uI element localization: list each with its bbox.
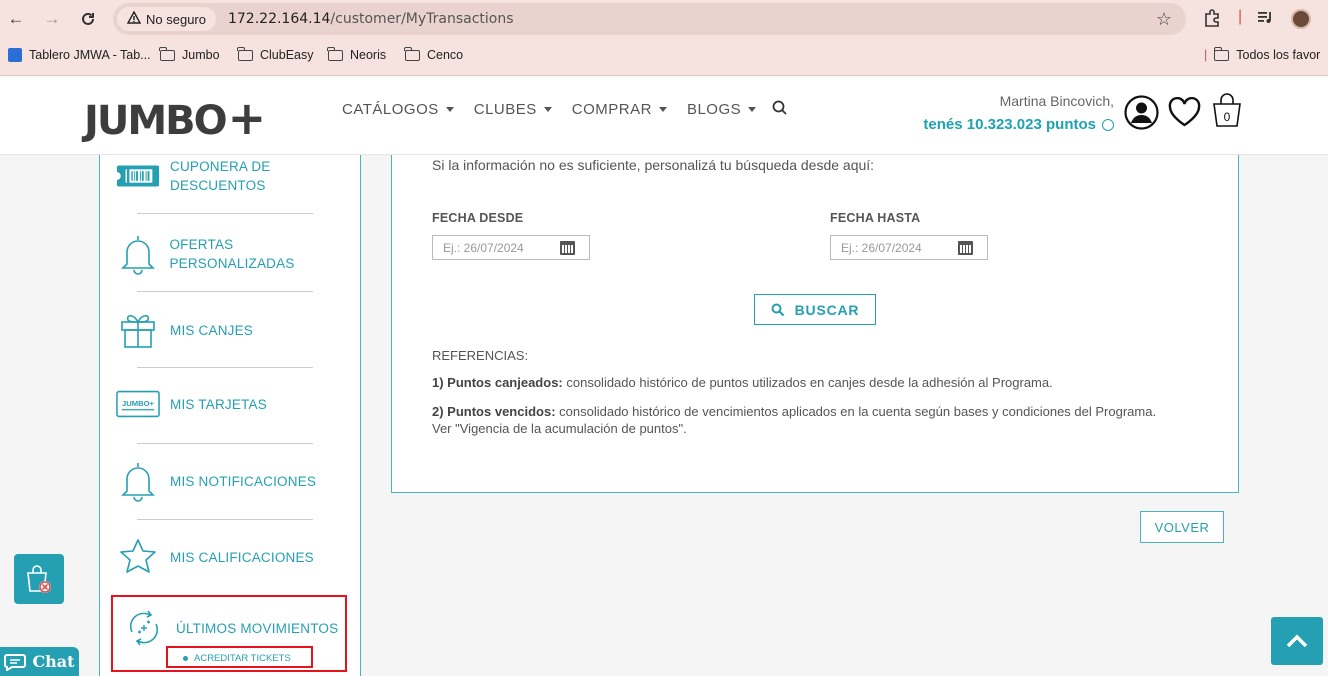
divider <box>137 367 313 368</box>
from-date-input[interactable]: Ej.: 26/07/2024 <box>432 235 590 260</box>
clock-icon <box>1102 118 1114 131</box>
bookmark-star-icon[interactable]: ☆ <box>1156 9 1172 30</box>
caret-down-icon <box>748 107 757 112</box>
calendar-icon[interactable] <box>958 241 973 255</box>
star-icon <box>116 537 160 577</box>
folder-icon <box>237 46 253 61</box>
menu-catalogos[interactable]: CATÁLOGOS <box>342 101 454 118</box>
bookmark-cenco[interactable]: Cenco <box>404 46 463 62</box>
bookmarks-bar: Tablero JMWA - Tab... Jumbo ClubEasy Neo… <box>0 38 1328 76</box>
back-arrow-icon[interactable]: ← <box>4 7 28 31</box>
url-text: 172.22.164.14/customer/MyTransactions <box>228 11 514 27</box>
cart-count: 0 <box>1224 110 1231 124</box>
divider <box>137 443 313 444</box>
back-button[interactable]: VOLVER <box>1140 511 1224 543</box>
sidebar-item-label: MIS CANJES <box>170 322 254 338</box>
to-date-label: FECHA HASTA <box>830 211 921 225</box>
divider <box>137 519 313 520</box>
sidebar-item-tarjetas[interactable]: JUMBO+ MIS TARJETAS <box>116 389 267 419</box>
menu-comprar[interactable]: COMPRAR <box>572 101 667 118</box>
menu-clubes[interactable]: CLUBES <box>474 101 552 118</box>
site-header: JUMBO+ CATÁLOGOS CLUBES COMPRAR BLOGS Ma… <box>0 77 1328 155</box>
user-account-icon[interactable] <box>1124 95 1159 135</box>
bell-icon <box>116 232 159 276</box>
sidebar-item-notificaciones[interactable]: MIS NOTIFICACIONES <box>116 459 316 503</box>
heart-icon[interactable] <box>1168 96 1201 132</box>
to-date-input[interactable]: Ej.: 26/07/2024 <box>830 235 988 260</box>
from-date-label: FECHA DESDE <box>432 211 524 225</box>
card-icon: JUMBO+ <box>116 389 160 419</box>
profile-avatar[interactable] <box>1291 9 1311 29</box>
address-bar[interactable]: No seguro 172.22.164.14/customer/MyTrans… <box>113 3 1186 35</box>
references-title: REFERENCIAS: <box>432 348 529 363</box>
browser-toolbar: ← → No seguro 172.22.164.14/customer/MyT… <box>0 0 1328 38</box>
jumbo-logo[interactable]: JUMBO+ <box>84 91 266 145</box>
bookmark-clubeasy[interactable]: ClubEasy <box>237 46 314 62</box>
caret-down-icon <box>445 107 454 112</box>
bookmark-jumbo[interactable]: Jumbo <box>159 46 220 62</box>
sidebar-item-label: MIS NOTIFICACIONES <box>170 473 317 489</box>
cart-bag-cancel-icon <box>27 565 51 593</box>
caret-down-icon <box>543 107 552 112</box>
warning-icon <box>126 10 142 27</box>
sidebar-item-cuponera[interactable]: CUPONERA DE DESCUENTOS <box>116 157 270 195</box>
user-greeting: Martina Bincovich, <box>999 93 1114 109</box>
sidebar-subitem-acreditar[interactable]: ACREDITAR TICKETS <box>183 653 291 664</box>
sidebar-item-ofertas[interactable]: OFERTAS PERSONALIZADAS <box>116 232 360 276</box>
bookmark-tablero[interactable]: Tablero JMWA - Tab... <box>8 48 151 62</box>
chat-bubble-icon <box>4 653 27 671</box>
app-icon <box>8 48 22 62</box>
sidebar-item-calificaciones[interactable]: MIS CALIFICACIONES <box>116 537 314 577</box>
card-logo-text: JUMBO+ <box>122 399 155 408</box>
bullet-icon <box>183 656 188 661</box>
calendar-icon[interactable] <box>560 241 575 255</box>
chat-button[interactable]: Chat <box>0 647 79 676</box>
url-host: 172.22.164.14 <box>227 11 331 27</box>
search-icon[interactable] <box>771 99 789 122</box>
main-menu: CATÁLOGOS CLUBES COMPRAR BLOGS <box>342 101 757 118</box>
folder-icon <box>404 46 420 61</box>
divider-mark: | <box>1204 48 1208 62</box>
search-icon <box>771 303 784 316</box>
coupon-icon <box>116 163 160 189</box>
reference-2: 2) Puntos vencidos: consolidado históric… <box>432 404 1157 436</box>
folder-icon <box>159 46 175 61</box>
points-balance[interactable]: tenés 10.323.023 puntos <box>923 116 1114 133</box>
transactions-search-panel: Si la información no es suficiente, pers… <box>391 155 1239 493</box>
search-intro-text: Si la información no es suficiente, pers… <box>432 157 875 173</box>
folder-icon <box>1213 46 1230 61</box>
bookmark-neoris[interactable]: Neoris <box>327 46 386 62</box>
menu-blogs[interactable]: BLOGS <box>687 101 757 118</box>
sidebar-item-label: MIS CALIFICACIONES <box>170 549 314 565</box>
sidebar-item-canjes[interactable]: MIS CANJES <box>116 311 253 349</box>
security-label: No seguro <box>146 11 206 27</box>
gift-icon <box>116 311 160 349</box>
sidebar-item-label: MIS TARJETAS <box>170 396 267 412</box>
forward-arrow-icon[interactable]: → <box>40 7 64 31</box>
bell-icon <box>116 459 160 503</box>
reload-icon[interactable] <box>76 7 100 31</box>
search-button[interactable]: BUSCAR <box>754 294 876 325</box>
caret-down-icon <box>658 107 667 112</box>
url-path: /customer/MyTransactions <box>330 11 514 27</box>
sidebar-item-label: CUPONERA DE DESCUENTOS <box>170 159 271 193</box>
cart-bag-icon[interactable]: 0 <box>1210 92 1244 133</box>
reference-1: 1) Puntos canjeados: consolidado históri… <box>432 375 1053 390</box>
folder-icon <box>327 46 343 61</box>
media-control-icon[interactable] <box>1257 9 1275 30</box>
floating-cart-button[interactable] <box>14 554 64 604</box>
divider <box>137 213 313 214</box>
extensions-icon[interactable] <box>1203 9 1221 32</box>
sidebar-item-label: OFERTAS PERSONALIZADAS <box>169 237 295 271</box>
bookmark-all[interactable]: | Todos los favor <box>1204 46 1320 62</box>
scroll-to-top-button[interactable] <box>1271 617 1323 665</box>
divider-mark: | <box>1238 8 1243 25</box>
divider <box>137 291 313 292</box>
chevron-up-icon <box>1286 634 1308 648</box>
security-chip[interactable]: No seguro <box>117 7 216 31</box>
